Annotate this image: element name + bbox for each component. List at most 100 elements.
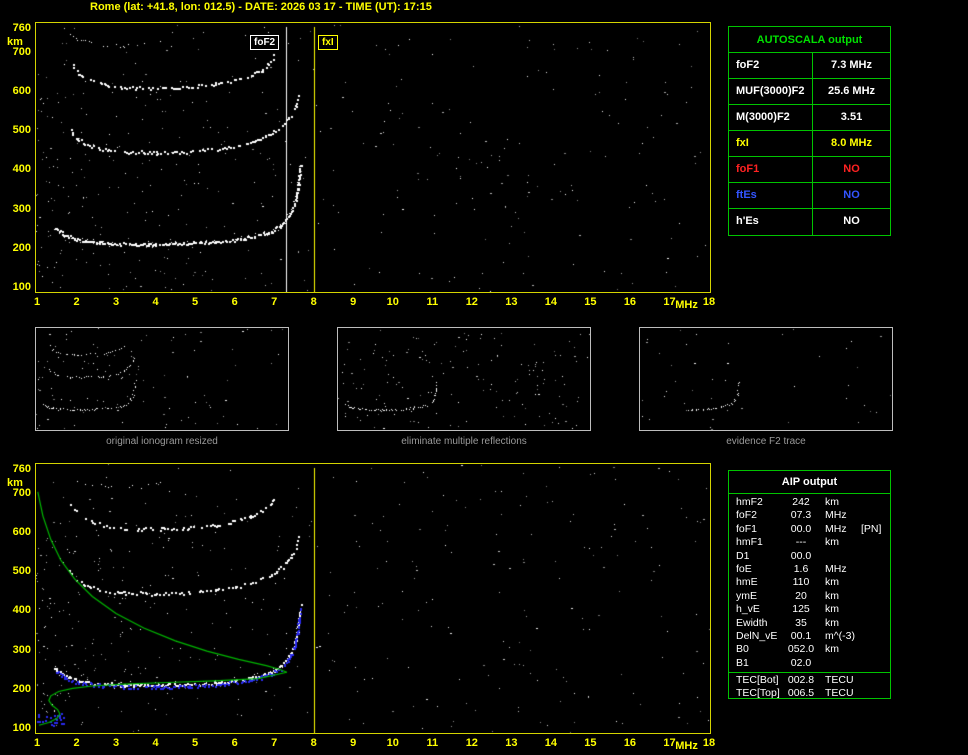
y-axis-tick: 300 [12,643,31,656]
y-axis-tick: 500 [12,565,31,578]
y-axis-tick: 600 [12,525,31,538]
value-cell: 00.0 [790,522,812,535]
value-cell: 7.3 MHz [831,59,872,71]
value-cell: 125 [792,603,810,616]
y-axis-tick: 300 [12,202,31,215]
value-cell: 02.0 [790,656,812,669]
x-axis-tick: 18 [702,296,716,308]
autoscala-table-title: AUTOSCALA output [729,27,890,53]
x-axis-unit-label: MHz [675,299,698,311]
unit-cell: km [825,496,839,508]
note-cell [861,630,890,643]
unit-cell [823,550,861,563]
unit-cell: m^(-3) [825,629,856,642]
note-cell [861,657,890,670]
autoscala-output-table: AUTOSCALA output foF2 7.3 MHz MUF(3000)F… [728,26,891,236]
value-cell: 00.1 [790,629,812,642]
x-axis-tick: 14 [544,296,557,308]
x-axis-tick: 1 [33,296,41,308]
value-cell: --- [795,536,807,549]
main-ionogram-plot: foF2 fxI [35,22,711,293]
y-axis-tick: 600 [12,84,31,97]
value-cell: 07.3 [790,509,812,522]
param-cell: hmF2 [736,496,763,508]
x-axis-tick: 16 [623,737,637,749]
value-cell: 00.0 [790,549,812,562]
x-axis-tick: 3 [112,737,120,749]
x-axis-tick: 6 [231,737,238,749]
note-cell [861,576,890,589]
value-cell: 1.6 [793,562,809,575]
value-cell: 052.0 [787,643,815,656]
x-axis-tick: 3 [112,296,120,308]
table-row: foF1 00.0 MHz [PN] [729,523,890,536]
x-axis-unit-label: MHz [675,740,698,752]
value-cell: 006.5 [787,687,815,700]
note-cell [861,687,890,700]
value-cell: 110 [792,576,810,589]
x-axis-tick: 2 [73,737,80,749]
table-row: B1 02.0 [729,657,890,670]
y-axis-unit-label: km [7,36,23,48]
value-cell: 3.51 [840,111,863,123]
value-cell: NO [843,163,860,175]
y-axis-unit-label: km [7,477,23,489]
x-axis-tick: 13 [505,296,518,308]
unit-cell: TECU [825,687,854,700]
param-cell: D1 [736,549,750,562]
param-cell: DelN_vE [736,629,778,642]
x-axis-tick: 8 [310,296,317,308]
unit-cell: MHz [825,562,847,575]
y-axis-tick: 400 [12,163,31,176]
unit-cell: km [825,576,839,589]
param-cell: TEC[Bot] [736,674,779,687]
y-axis-tick: 760 [12,22,31,34]
x-axis-tick: 9 [350,296,357,308]
fxI-marker-label: fxI [318,35,338,50]
x-axis-tick: 15 [584,737,597,749]
unit-cell [823,657,861,670]
thumbnail-caption: original ionogram resized [106,436,218,447]
value-cell: 002.8 [787,674,815,687]
bottom-ionogram-canvas [36,464,710,733]
thumbnail-original-canvas [36,328,288,430]
x-axis-tick: 4 [152,296,159,308]
x-axis-tick: 10 [386,737,399,749]
param-cell: ftEs [729,183,813,208]
y-axis-tick: 100 [12,722,31,734]
x-axis-tick: 14 [544,737,557,749]
x-axis-tick: 4 [152,737,159,749]
x-axis-tick: 6 [231,296,238,308]
y-axis-tick: 100 [12,281,31,293]
note-cell [861,674,890,687]
unit-cell: MHz [825,509,847,522]
value-cell: 35 [795,616,807,629]
table-row: foF2 07.3 MHz [729,509,890,522]
table-row: ftEs NO [729,183,890,209]
thumbnail-caption: evidence F2 trace [726,436,806,447]
value-cell: 20 [795,589,807,602]
note-cell [861,603,890,616]
note-cell [861,563,890,576]
param-cell: foF2 [729,53,813,78]
y-axis-tick: 400 [12,604,31,617]
y-axis-tick: 760 [12,463,31,475]
x-axis-tick: 1 [33,737,41,749]
x-axis-tick: 13 [505,737,518,749]
param-cell: MUF(3000)F2 [729,79,813,104]
y-axis-tick: 200 [12,241,31,254]
y-axis-tick: 200 [12,682,31,695]
x-axis-tick: 8 [310,737,317,749]
x-axis-tick: 11 [426,296,439,308]
table-row: fxI 8.0 MHz [729,131,890,157]
thumbnail-filtered-canvas [338,328,590,430]
unit-cell: km [825,589,839,602]
value-cell: 8.0 MHz [831,137,872,149]
table-row: foF1 NO [729,157,890,183]
param-cell: h'Es [729,209,813,235]
autoscala-screen: { "header": { "title": "Rome (lat: +41.8… [0,0,968,755]
table-row: B0 052.0 km [729,643,890,656]
x-axis-tick: 2 [73,296,80,308]
note-cell [861,643,890,656]
param-cell: ymE [736,589,757,602]
